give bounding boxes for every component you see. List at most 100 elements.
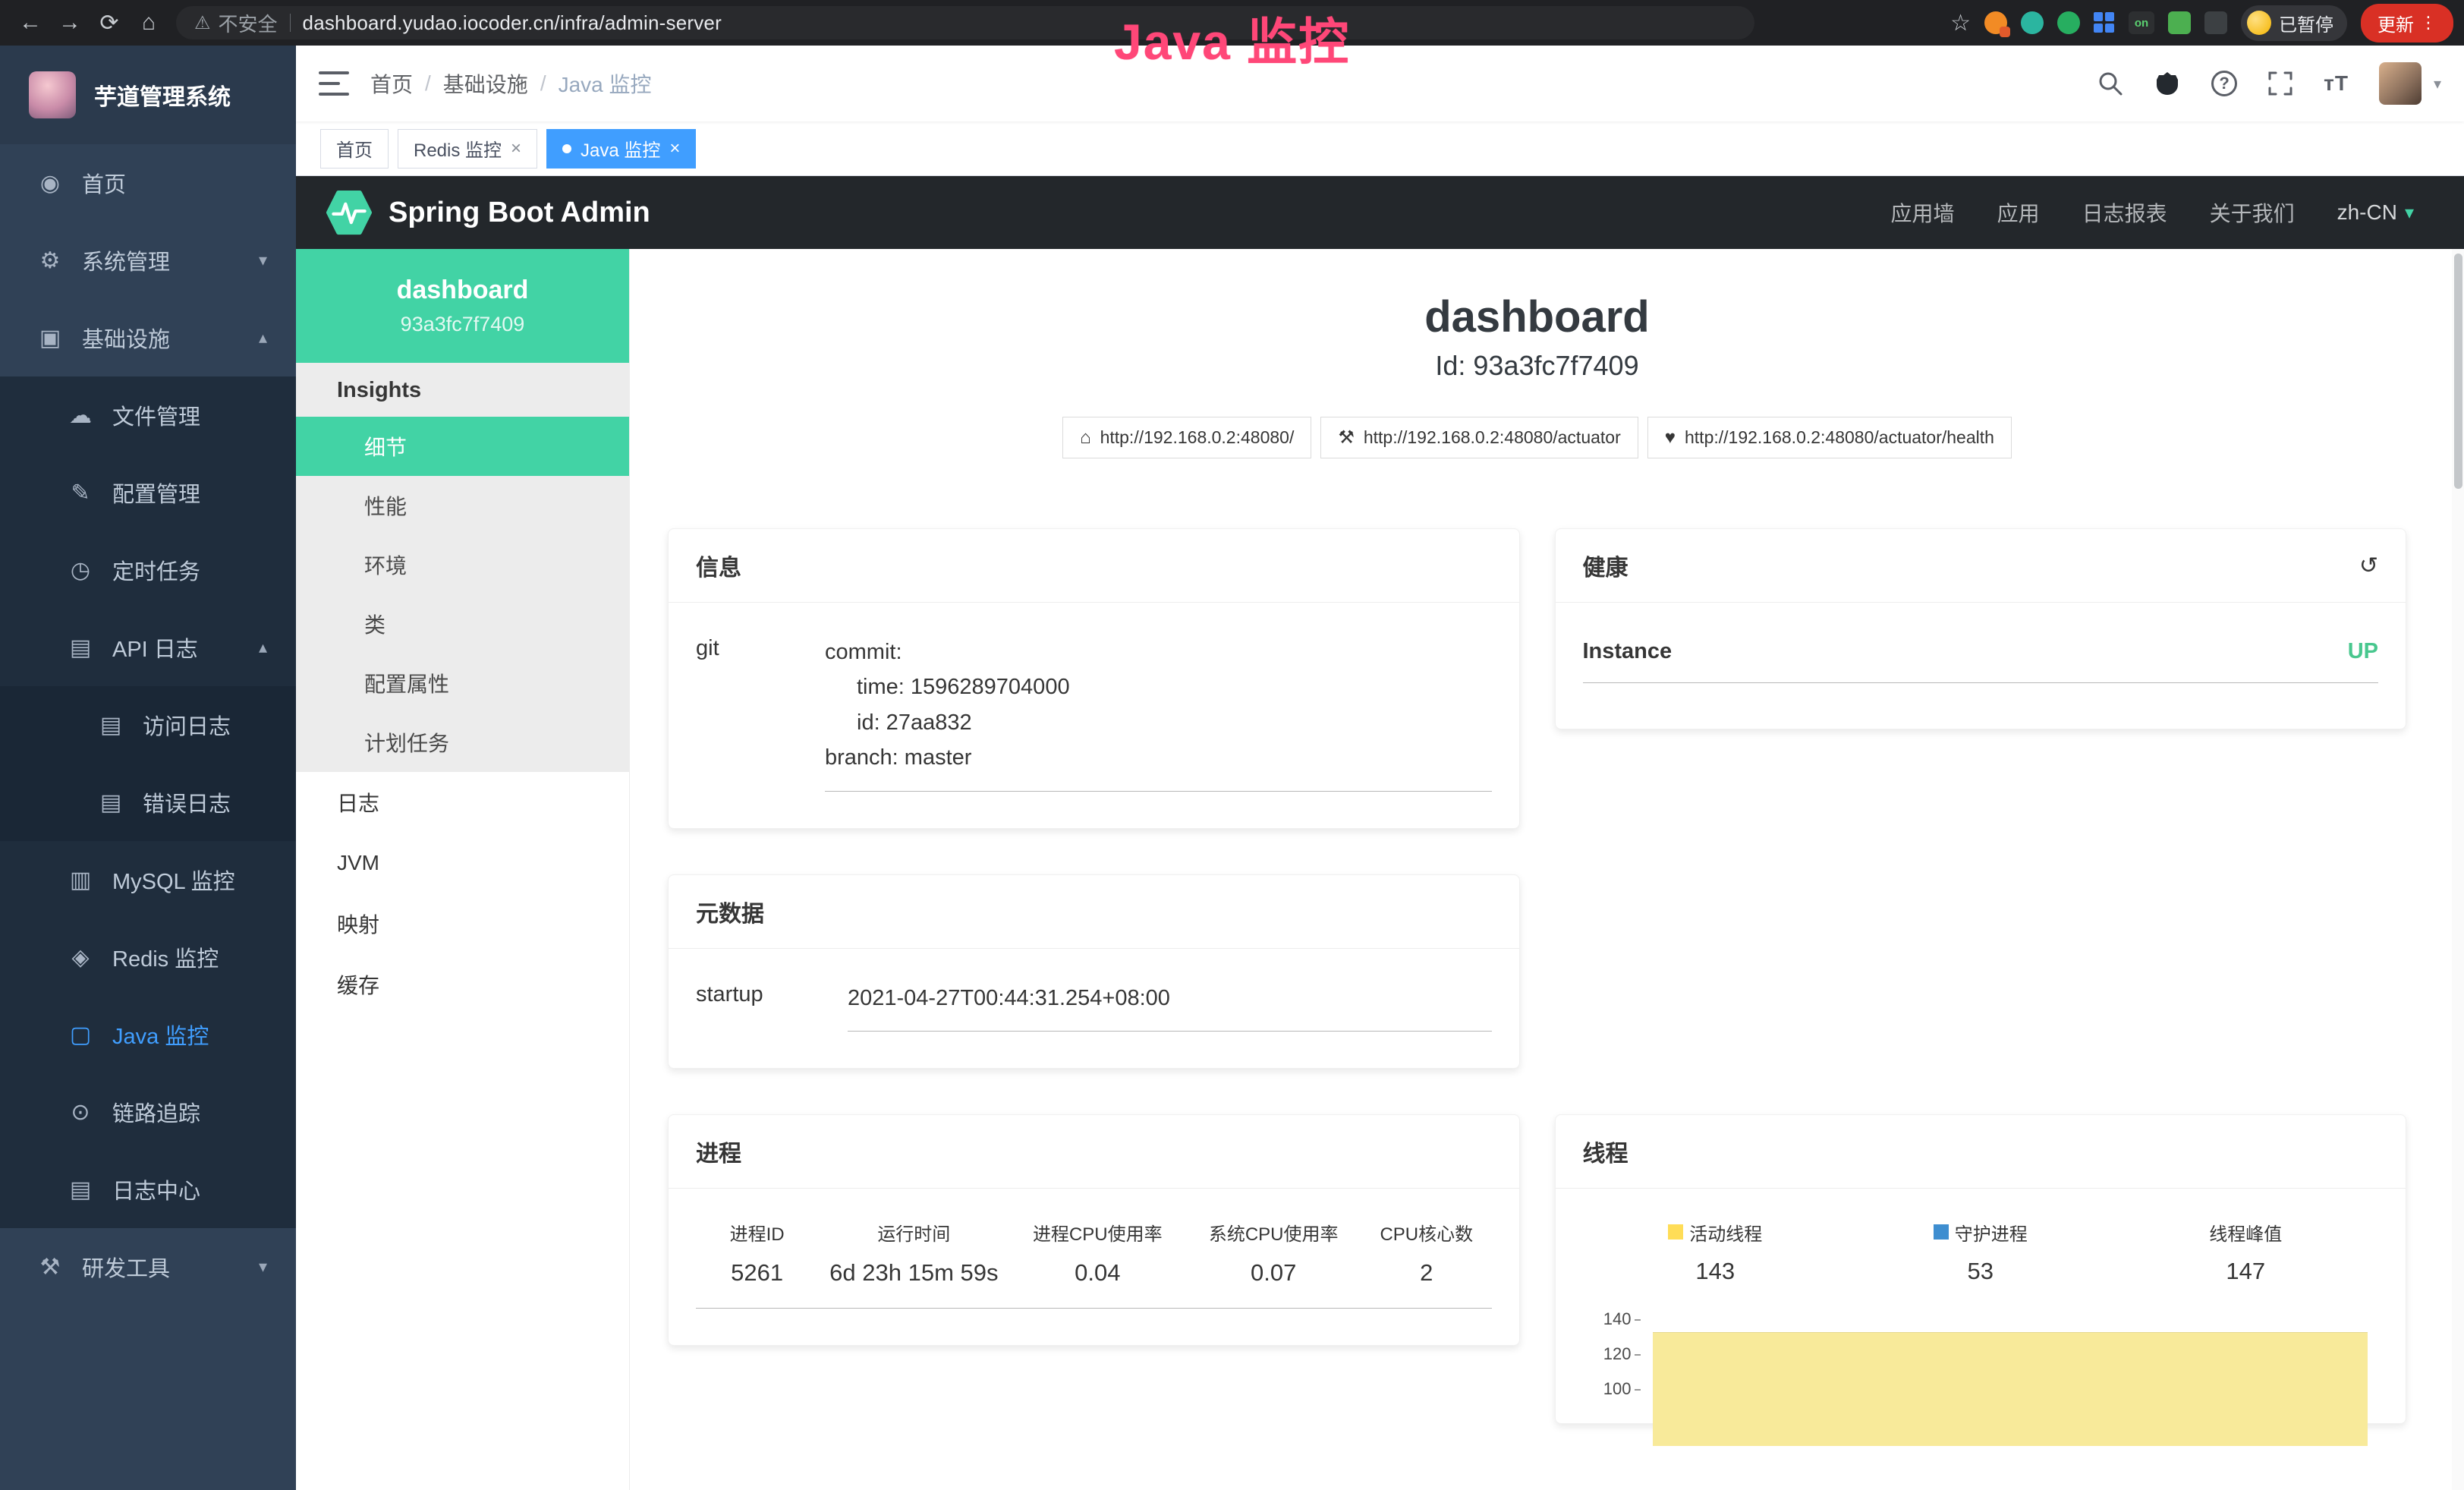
breadcrumb-home[interactable]: 首页 — [370, 68, 413, 99]
extension-icon-pin[interactable] — [2021, 11, 2044, 34]
home-button[interactable]: ⌂ — [129, 10, 168, 36]
process-metrics-row: 进程ID5261 运行时间6d 23h 15m 59s 进程CPU使用率0.04… — [696, 1199, 1492, 1309]
dashboard-icon: ◉ — [35, 170, 65, 197]
card-title: 健康 — [1583, 549, 1629, 582]
avatar-caret-icon[interactable]: ▾ — [2434, 74, 2441, 93]
bookmark-star-icon[interactable]: ☆ — [1950, 10, 1971, 36]
sba-nav-metrics[interactable]: 性能 — [296, 476, 629, 535]
legend-label: 活动线程 — [1689, 1219, 1762, 1246]
instance-name: dashboard — [397, 276, 529, 305]
sba-nav-jvm[interactable]: JVM — [296, 833, 629, 893]
tab-redis-monitor[interactable]: Redis 监控 × — [398, 129, 537, 169]
sidebar-item-home[interactable]: ◉ 首页 — [0, 144, 296, 222]
user-avatar[interactable] — [2379, 62, 2422, 105]
search-icon[interactable] — [2097, 71, 2123, 96]
legend-value: 53 — [1848, 1258, 2113, 1285]
sba-nav-logs[interactable]: 日志 — [296, 772, 629, 833]
legend-value: 147 — [2113, 1258, 2379, 1285]
gear-icon: ⚙ — [35, 247, 65, 274]
back-button[interactable]: ← — [11, 10, 50, 36]
actuator-url-link[interactable]: ⚒ http://192.168.0.2:48080/actuator — [1320, 417, 1638, 458]
github-icon[interactable] — [2154, 70, 2181, 97]
sidebar-item-label: 日志中心 — [112, 1173, 200, 1205]
sidebar-item-file-management[interactable]: ☁ 文件管理 — [0, 376, 296, 454]
sba-nav-configprops[interactable]: 配置属性 — [296, 654, 629, 713]
profile-chip[interactable]: 已暂停 — [2241, 5, 2347, 41]
sidebar-item-redis-monitor[interactable]: ◈ Redis 监控 — [0, 918, 296, 996]
sba-nav-wallboard[interactable]: 应用墙 — [1891, 197, 1955, 228]
reload-button[interactable]: ⟳ — [90, 10, 129, 36]
service-url-link[interactable]: ⌂ http://192.168.0.2:48080/ — [1062, 417, 1311, 458]
legend-label: 守护进程 — [1955, 1219, 2028, 1246]
sba-nav-applications[interactable]: 应用 — [1997, 197, 2040, 228]
sidebar-item-system[interactable]: ⚙ 系统管理 ▾ — [0, 222, 296, 299]
sba-nav-about[interactable]: 关于我们 — [2210, 197, 2295, 228]
edit-icon: ✎ — [65, 480, 96, 506]
extension-badge — [2000, 27, 2010, 37]
font-size-icon[interactable]: тT — [2324, 71, 2349, 96]
sidebar-item-api-logs[interactable]: ▤ API 日志 ▴ — [0, 609, 296, 686]
sba-brand-title[interactable]: Spring Boot Admin — [389, 197, 650, 229]
health-row-instance: Instance UP — [1583, 613, 2379, 683]
forward-button[interactable]: → — [50, 10, 90, 36]
sidebar-item-java-monitor[interactable]: ▢ Java 监控 — [0, 996, 296, 1073]
sidebar-item-dev-tools[interactable]: ⚒ 研发工具 ▾ — [0, 1228, 296, 1306]
browser-chrome: ← → ⟳ ⌂ ⚠ 不安全 dashboard.yudao.iocoder.cn… — [0, 0, 2464, 46]
extension-icon-green[interactable] — [2057, 11, 2080, 34]
sidebar-item-error-logs[interactable]: ▤ 错误日志 — [0, 764, 296, 841]
sidebar-item-mysql-monitor[interactable]: ▥ MySQL 监控 — [0, 841, 296, 918]
sidebar-item-label: 链路追踪 — [112, 1096, 200, 1128]
scrollbar[interactable] — [2452, 249, 2464, 1490]
threads-card: 线程 活动线程 143 — [1555, 1114, 2407, 1424]
help-icon[interactable]: ? — [2211, 71, 2237, 96]
sidebar-item-config-management[interactable]: ✎ 配置管理 — [0, 454, 296, 531]
admin-sidebar: 芋道管理系统 ◉ 首页 ⚙ 系统管理 ▾ ▣ 基础设施 ▴ ☁ 文件管理 ✎ 配… — [0, 46, 296, 1490]
sba-nav-journal[interactable]: 日志报表 — [2082, 197, 2167, 228]
locale-label: zh-CN — [2337, 200, 2397, 225]
sba-nav-environment[interactable]: 环境 — [296, 535, 629, 594]
metadata-card: 元数据 startup 2021-04-27T00:44:31.254+08:0… — [668, 874, 1520, 1069]
sidebar-item-log-center[interactable]: ▤ 日志中心 — [0, 1151, 296, 1228]
app-logo-row[interactable]: 芋道管理系统 — [0, 46, 296, 144]
extension-icon-grid[interactable] — [2094, 12, 2115, 33]
extension-icon-leaf[interactable] — [2168, 11, 2191, 34]
sba-nav-mappings[interactable]: 映射 — [296, 893, 629, 954]
metric-label: 系统CPU使用率 — [1185, 1219, 1361, 1246]
app-logo — [29, 71, 76, 118]
close-icon[interactable]: × — [511, 138, 521, 159]
log-icon: ▤ — [96, 789, 126, 816]
breadcrumb: 首页 / 基础设施 / Java 监控 — [370, 68, 652, 99]
heart-icon: ♥ — [1665, 427, 1676, 449]
sidebar-item-infrastructure[interactable]: ▣ 基础设施 ▴ — [0, 299, 296, 376]
extension-icon-puzzle[interactable] — [2204, 11, 2227, 34]
info-card: 信息 git commit: time: 1596289704000 id: 2… — [668, 528, 1520, 829]
sba-nav-classes[interactable]: 类 — [296, 594, 629, 654]
scrollbar-thumb[interactable] — [2454, 254, 2462, 489]
extension-icon-fox[interactable] — [1984, 11, 2007, 34]
sidebar-item-tracing[interactable]: ⊙ 链路追踪 — [0, 1073, 296, 1151]
address-bar[interactable]: ⚠ 不安全 dashboard.yudao.iocoder.cn/infra/a… — [176, 6, 1754, 39]
card-title: 进程 — [696, 1135, 741, 1168]
sidebar-item-access-logs[interactable]: ▤ 访问日志 — [0, 686, 296, 764]
fullscreen-icon[interactable] — [2267, 71, 2293, 96]
close-icon[interactable]: × — [669, 138, 680, 159]
sba-nav-details[interactable]: 细节 — [296, 417, 629, 476]
hamburger-icon[interactable] — [319, 71, 349, 96]
sba-nav-caches[interactable]: 缓存 — [296, 954, 629, 1015]
tab-java-monitor[interactable]: Java 监控 × — [546, 129, 696, 169]
sba-nav-scheduledtasks[interactable]: 计划任务 — [296, 713, 629, 772]
sidebar-item-label: 研发工具 — [82, 1251, 170, 1283]
history-icon[interactable]: ↺ — [2359, 553, 2378, 579]
health-url-link[interactable]: ♥ http://192.168.0.2:48080/actuator/heal… — [1647, 417, 2012, 458]
chrome-update-button[interactable]: 更新 ⋮ — [2361, 4, 2453, 43]
tab-home[interactable]: 首页 — [320, 129, 389, 169]
sidebar-item-label: MySQL 监控 — [112, 864, 235, 896]
sidebar-item-scheduled-jobs[interactable]: ◷ 定时任务 — [0, 531, 296, 609]
extension-icon-on[interactable]: on — [2129, 11, 2154, 34]
git-id-line: id: 27aa832 — [825, 705, 1492, 740]
chevron-up-icon: ▴ — [259, 638, 267, 657]
breadcrumb-infrastructure[interactable]: 基础设施 — [443, 68, 528, 99]
locale-selector[interactable]: zh-CN ▾ — [2337, 200, 2414, 225]
selected-instance[interactable]: dashboard 93a3fc7f7409 — [296, 249, 629, 363]
log-icon: ▤ — [96, 712, 126, 739]
